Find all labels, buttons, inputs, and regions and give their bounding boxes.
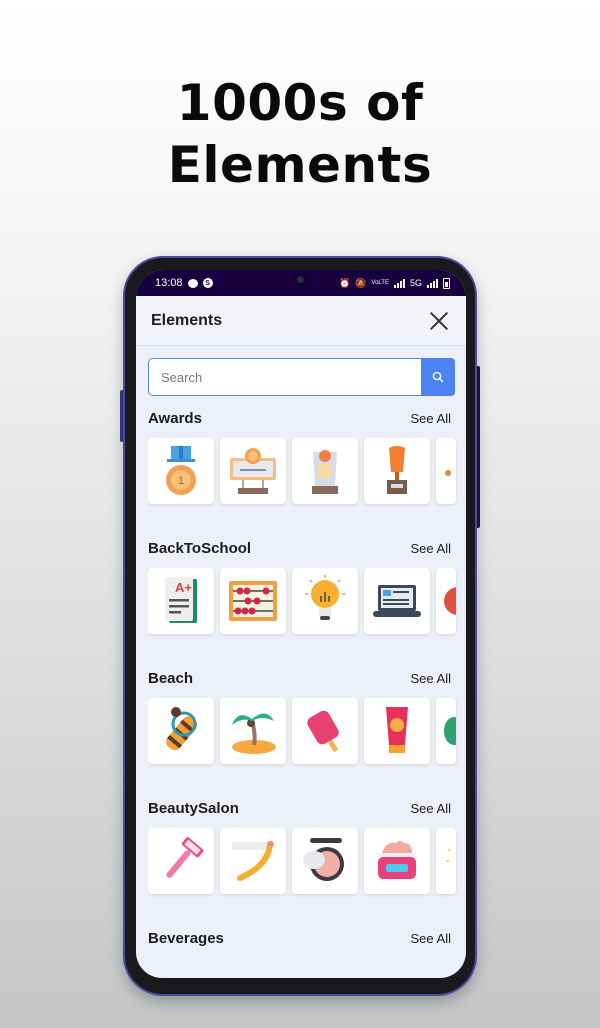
element-list: A+: [148, 568, 466, 640]
element-list: [148, 828, 466, 900]
lightbulb-idea-icon: [305, 575, 345, 620]
glass-trophy-icon: [312, 450, 338, 494]
signal-icon: [393, 278, 405, 288]
section-beverages: Beverages See All: [148, 928, 466, 948]
search-button[interactable]: [421, 358, 455, 396]
razor-icon: [166, 837, 204, 878]
section-title: BeautySalon: [148, 799, 239, 817]
section-awards: Awards See All 1: [148, 408, 466, 510]
medal-icon: 1: [166, 446, 196, 495]
element-tile[interactable]: [292, 698, 358, 764]
laptop-icon: [373, 585, 421, 617]
certificate-plaque-icon: [230, 448, 276, 494]
phone-screen: 13:08 S ⏰ 🔕 VoLTE 5G Elements Search Awa…: [136, 270, 466, 978]
partial-basketball-icon: [444, 587, 456, 615]
section-title: Awards: [148, 409, 202, 427]
headline-line-2: Elements: [167, 136, 433, 194]
volte-icon: VoLTE: [371, 280, 389, 286]
see-all-link[interactable]: See All: [411, 541, 455, 556]
see-all-link[interactable]: See All: [411, 411, 455, 426]
element-tile[interactable]: [364, 438, 430, 504]
element-tile[interactable]: [292, 828, 358, 894]
straight-razor-icon: [232, 841, 274, 881]
close-icon[interactable]: [428, 310, 450, 332]
section-beautysalon: BeautySalon See All: [148, 798, 466, 900]
a-plus-paper-icon: A+: [165, 577, 197, 623]
cream-jar-icon: [378, 841, 416, 879]
element-tile[interactable]: [220, 438, 286, 504]
partial-sparkle-icon: [446, 848, 451, 862]
section-backtoschool: BackToSchool See All A+: [148, 538, 466, 640]
section-title: Beverages: [148, 929, 224, 947]
cup-trophy-icon: [387, 446, 407, 494]
diving-tank-icon: [166, 707, 198, 751]
abacus-icon: [229, 581, 277, 621]
popsicle-icon: [307, 710, 339, 752]
svg-text:1: 1: [178, 475, 184, 487]
element-tile[interactable]: [148, 698, 214, 764]
phone-frame: 13:08 S ⏰ 🔕 VoLTE 5G Elements Search Awa…: [123, 256, 477, 996]
chat-bubble-icon: [187, 278, 198, 288]
alarm-icon: ⏰: [338, 277, 351, 288]
network-type: 5G: [409, 278, 422, 288]
element-tile-partial[interactable]: [436, 568, 456, 634]
mute-icon: 🔕: [355, 277, 367, 288]
search-icon: [432, 371, 444, 383]
svg-text:A+: A+: [175, 580, 192, 595]
section-title: Beach: [148, 669, 194, 687]
s-app-icon: S: [202, 278, 213, 288]
status-time: 13:08: [155, 277, 183, 289]
status-bar: 13:08 S ⏰ 🔕 VoLTE 5G: [136, 270, 466, 296]
section-title: BackToSchool: [148, 539, 252, 557]
element-tile[interactable]: [148, 828, 214, 894]
see-all-link[interactable]: See All: [411, 671, 455, 686]
element-tile-partial[interactable]: [436, 828, 456, 894]
element-tile[interactable]: A+: [148, 568, 214, 634]
element-tile[interactable]: [220, 568, 286, 634]
element-tile[interactable]: 1: [148, 438, 214, 504]
page-title: Elements: [151, 311, 223, 329]
see-all-link[interactable]: See All: [411, 801, 455, 816]
headline: 1000s of Elements: [0, 72, 600, 196]
element-tile[interactable]: [364, 568, 430, 634]
search-bar: [148, 358, 455, 396]
signal-icon-2: [427, 278, 438, 288]
element-list: 1: [148, 438, 466, 510]
compact-powder-icon: [303, 838, 344, 881]
element-tile[interactable]: [364, 698, 430, 764]
element-list: [148, 698, 466, 770]
element-tile[interactable]: [364, 828, 430, 894]
section-beach: Beach See All: [148, 668, 466, 770]
sunscreen-icon: [386, 707, 408, 753]
see-all-link[interactable]: See All: [411, 931, 455, 946]
battery-icon: [443, 277, 450, 289]
element-tile[interactable]: [292, 438, 358, 504]
element-tile[interactable]: [292, 568, 358, 634]
element-tile-partial[interactable]: [436, 438, 456, 504]
app-bar: Elements: [136, 296, 466, 346]
headline-line-1: 1000s of: [176, 74, 424, 132]
palm-island-icon: [232, 713, 276, 754]
search-input[interactable]: [148, 358, 421, 396]
elements-content: Awards See All 1: [136, 346, 466, 948]
partial-flipflop-icon: [444, 717, 456, 745]
partial-award-icon: [445, 470, 451, 476]
element-tile-partial[interactable]: [436, 698, 456, 764]
element-tile[interactable]: [220, 828, 286, 894]
front-camera: [295, 274, 306, 285]
element-tile[interactable]: [220, 698, 286, 764]
